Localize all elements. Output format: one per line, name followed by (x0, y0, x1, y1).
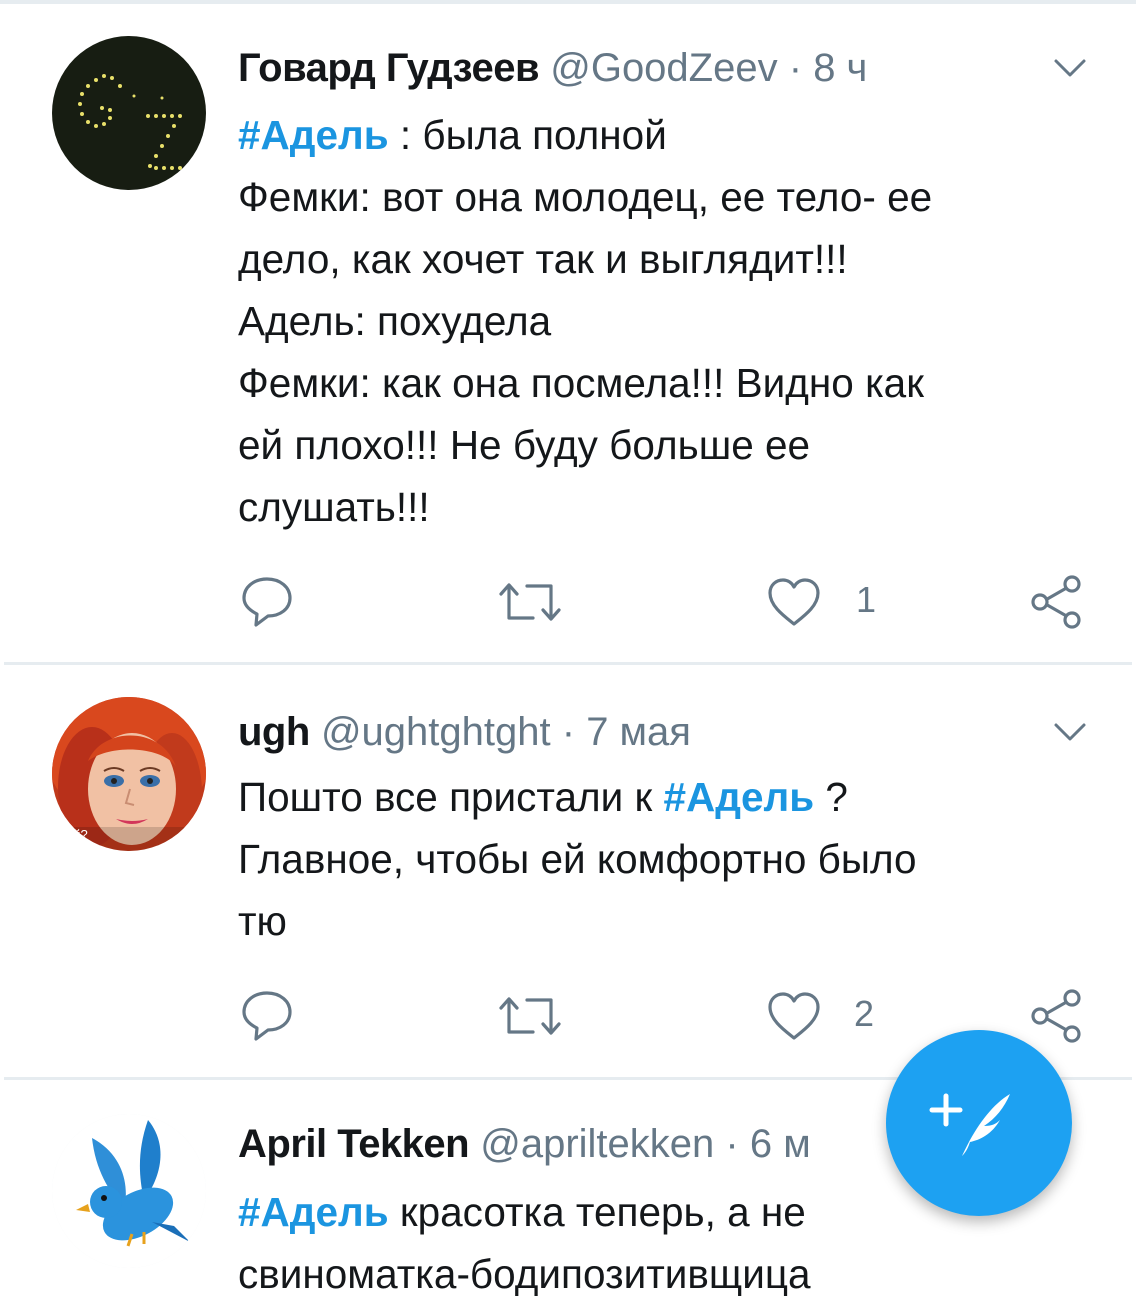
avatar-caption: ей? (66, 827, 88, 842)
retweet-icon[interactable] (497, 580, 563, 624)
reply-icon[interactable] (240, 988, 294, 1042)
hashtag-link[interactable]: #Адель (664, 774, 815, 820)
tweet-text-content: Пошто все пристали к (238, 774, 664, 820)
separator: · (725, 1122, 739, 1166)
tweet-header: April Tekken @apriltekken · 6 м (238, 1114, 811, 1174)
heart-icon[interactable] (766, 990, 822, 1042)
timestamp[interactable]: 6 м (750, 1122, 811, 1166)
separator: · (788, 46, 803, 90)
avatar[interactable] (52, 1114, 206, 1268)
share-icon[interactable] (1028, 574, 1084, 630)
chevron-down-icon[interactable] (1052, 720, 1088, 744)
tweet-text: #Адель : была полной Фемки: вот она моло… (238, 104, 1098, 538)
author-handle[interactable]: @apriltekken (480, 1122, 714, 1166)
compose-tweet-button[interactable] (886, 1030, 1072, 1216)
tweet-header: Говард Гудзеев @GoodZeev · 8 ч (238, 38, 867, 98)
tweet-header: ugh @ughtghtght · 7 мая (238, 702, 691, 762)
author-name[interactable]: April Tekken (238, 1122, 470, 1166)
avatar[interactable] (52, 36, 206, 190)
tweet[interactable]: ей? ugh @ughtghtght · 7 мая Пошто все пр… (0, 665, 1136, 1079)
hashtag-link[interactable]: #Адель (238, 1189, 389, 1235)
like-count: 2 (854, 993, 875, 1034)
retweet-icon[interactable] (497, 994, 563, 1038)
heart-icon[interactable] (766, 576, 822, 628)
compose-tweet-icon (929, 1093, 1010, 1156)
separator: · (561, 710, 576, 754)
author-handle[interactable]: @GoodZeev (550, 46, 777, 90)
like-count: 1 (856, 579, 877, 620)
timestamp[interactable]: 7 мая (586, 710, 691, 754)
tweet[interactable]: Говард Гудзеев @GoodZeev · 8 ч #Адель : … (0, 0, 1136, 664)
author-handle[interactable]: @ughtghtght (321, 710, 551, 754)
reply-icon[interactable] (240, 574, 294, 628)
author-name[interactable]: Говард Гудзеев (238, 46, 540, 90)
author-name[interactable]: ugh (238, 710, 310, 754)
tweet-text-content: : была полной Фемки: вот она молодец, ее… (238, 112, 933, 530)
tweet-actions: 1 (0, 572, 1136, 632)
tweet-text: Пошто все пристали к #Адель ? Главное, ч… (238, 766, 1098, 952)
chevron-down-icon[interactable] (1052, 56, 1088, 80)
timestamp[interactable]: 8 ч (813, 46, 867, 90)
avatar[interactable]: ей? (52, 697, 206, 851)
hashtag-link[interactable]: #Адель (238, 112, 389, 158)
